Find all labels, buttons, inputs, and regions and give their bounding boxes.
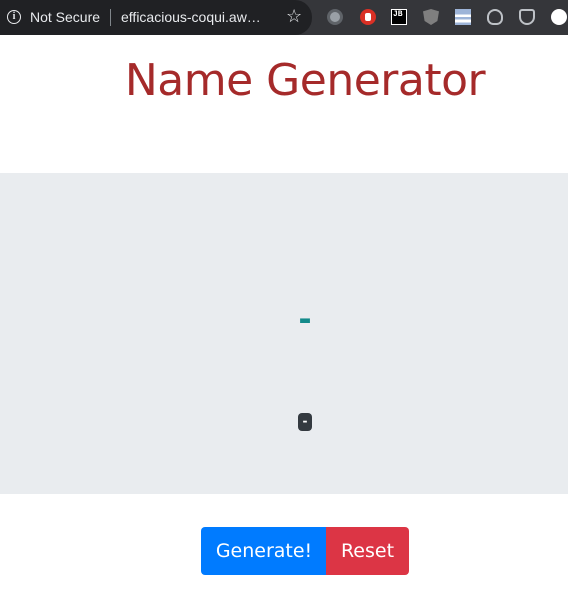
browser-toolbar: i Not Secure efficacious-coqui.aw… ☆ JB (0, 0, 568, 35)
generate-button[interactable]: Generate! (201, 527, 327, 575)
address-bar[interactable]: i Not Secure efficacious-coqui.aw… ☆ (0, 0, 312, 35)
result-panel: - - (0, 173, 568, 494)
info-icon[interactable]: i (7, 10, 21, 24)
adblock-icon[interactable] (360, 9, 376, 25)
reset-button[interactable]: Reset (326, 527, 409, 575)
lightbulb-icon[interactable] (487, 9, 503, 25)
profile-icon[interactable] (551, 9, 567, 25)
gender-badge: - (298, 413, 312, 431)
pocket-icon[interactable] (519, 9, 535, 25)
flag-icon[interactable] (455, 9, 471, 25)
security-label: Not Secure (30, 9, 101, 25)
address-separator (110, 9, 111, 26)
jetbrains-icon[interactable]: JB (391, 9, 407, 25)
ublock-icon[interactable] (423, 9, 439, 25)
page-title: Name Generator (124, 55, 486, 106)
bookmark-star-icon[interactable]: ☆ (286, 6, 302, 27)
url-text[interactable]: efficacious-coqui.aw… (121, 9, 261, 25)
ext-circle-icon[interactable] (327, 9, 343, 25)
generated-name: - (298, 300, 312, 338)
